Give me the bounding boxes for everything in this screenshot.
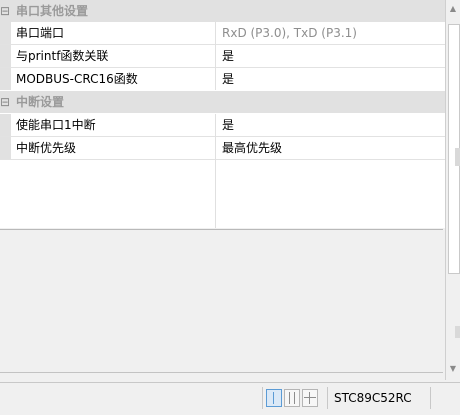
property-name: 与printf函数关联: [16, 49, 109, 63]
column-divider: [215, 22, 216, 90]
property-row-enable-uart1-interrupt[interactable]: 使能串口1中断 是: [0, 114, 445, 136]
property-row-interrupt-priority[interactable]: 中断优先级 最高优先级: [0, 137, 445, 159]
grid-view-icon[interactable]: [302, 389, 318, 407]
property-grid: ⊟ 串口其他设置 串口端口 RxD (P3.0), TxD (P3.1) 与pr…: [0, 0, 445, 228]
category-title: 中断设置: [16, 95, 65, 109]
vertical-scrollbar[interactable]: ▲ ▼: [445, 0, 460, 380]
three-column-view-icon[interactable]: [284, 389, 300, 407]
split-vertical-view-icon[interactable]: [266, 389, 282, 407]
property-value[interactable]: 是: [222, 45, 442, 67]
property-row-printf[interactable]: 与printf函数关联 是: [0, 45, 445, 67]
property-name: MODBUS-CRC16函数: [16, 72, 138, 86]
scroll-up-icon[interactable]: ▲: [448, 4, 458, 14]
scroll-down-icon[interactable]: ▼: [448, 364, 458, 374]
column-divider: [215, 114, 216, 228]
status-separator: [327, 387, 328, 409]
property-row-serial-port[interactable]: 串口端口 RxD (P3.0), TxD (P3.1): [0, 22, 445, 44]
property-name: 使能串口1中断: [16, 118, 96, 132]
property-value[interactable]: 最高优先级: [222, 137, 442, 159]
property-value[interactable]: 是: [222, 114, 442, 136]
category-interrupt[interactable]: ⊟ 中断设置: [0, 91, 445, 113]
collapse-icon[interactable]: ⊟: [0, 91, 10, 113]
status-separator: [262, 387, 263, 409]
property-value[interactable]: 是: [222, 68, 442, 90]
status-separator: [430, 387, 431, 409]
device-name: STC89C52RC: [334, 391, 412, 405]
category-title: 串口其他设置: [16, 4, 89, 18]
property-row-modbus-crc16[interactable]: MODBUS-CRC16函数 是: [0, 68, 445, 90]
collapse-icon[interactable]: ⊟: [0, 0, 10, 22]
category-serial-other[interactable]: ⊟ 串口其他设置: [0, 0, 445, 22]
splitter-grip[interactable]: [455, 326, 460, 338]
status-bar: STC89C52RC: [0, 382, 460, 415]
property-name: 串口端口: [16, 26, 65, 40]
property-description-pane: [0, 229, 443, 373]
row-divider: [0, 159, 445, 160]
splitter-grip[interactable]: [455, 148, 460, 166]
property-value: RxD (P3.0), TxD (P3.1): [222, 26, 357, 40]
property-name: 中断优先级: [16, 141, 77, 155]
